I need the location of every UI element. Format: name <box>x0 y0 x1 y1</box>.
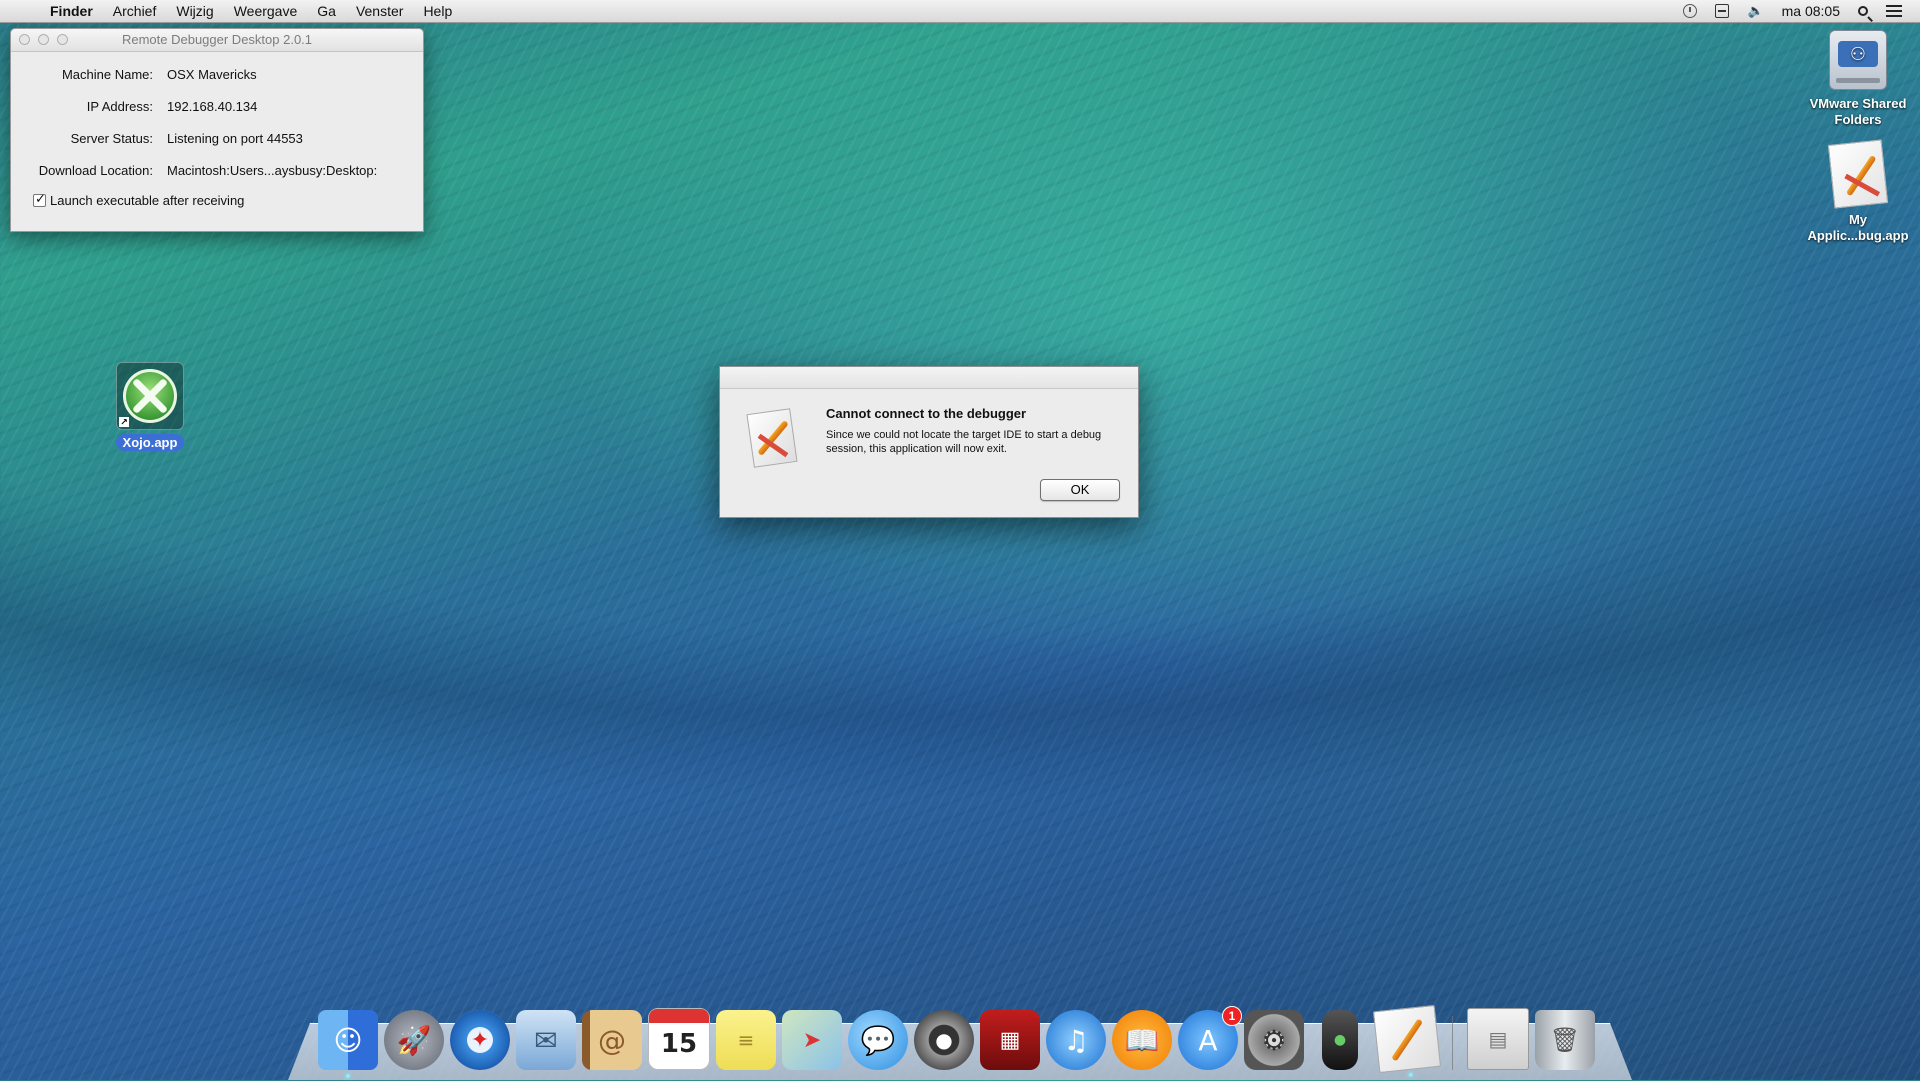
machine-name-value: OSX Mavericks <box>167 67 257 82</box>
window-titlebar[interactable]: Remote Debugger Desktop 2.0.1 <box>11 29 423 52</box>
menu-clock[interactable]: ma 08:05 <box>1782 3 1840 19</box>
vmware-label[interactable]: VMware Shared Folders <box>1800 96 1916 128</box>
launch-executable-checkbox[interactable] <box>33 192 46 207</box>
my-application-label[interactable]: My Applic...bug.app <box>1800 212 1916 244</box>
menu-bar-status-area: 🔈 ma 08:05 <box>1683 3 1902 19</box>
alert-app-icon <box>746 408 800 468</box>
vmware-label-line-2: Folders <box>1834 112 1882 127</box>
zoom-button[interactable] <box>57 34 68 45</box>
debug-app-pencil <box>1391 1018 1424 1062</box>
alert-title: Cannot connect to the debugger <box>826 406 1027 421</box>
ip-address-label: IP Address: <box>86 99 153 114</box>
running-indicator <box>346 1074 350 1078</box>
trash-icon[interactable]: 🗑 <box>1535 1010 1595 1070</box>
calendar-day: 15 <box>660 1029 698 1059</box>
remote-icon[interactable]: ● <box>1322 1010 1358 1070</box>
download-location-label: Download Location: <box>38 163 153 178</box>
minimize-button[interactable] <box>38 34 49 45</box>
xojo-logo-icon <box>123 369 177 423</box>
xojo-selection: ↗ <box>116 362 184 430</box>
menu-finder[interactable]: Finder <box>50 3 93 19</box>
alert-message: Since we could not locate the target IDE… <box>826 429 1102 455</box>
messages-icon[interactable]: 💬 <box>848 1010 908 1070</box>
menu-bar: Finder Archief Wijzig Weergave Ga Venste… <box>0 0 1920 23</box>
app-store-badge: 1 <box>1222 1006 1242 1026</box>
debugger-alert-dialog: Cannot connect to the debugger Since we … <box>719 366 1139 518</box>
traffic-lights <box>19 34 68 45</box>
debug-app-icon[interactable] <box>1372 1004 1442 1078</box>
download-location-value[interactable]: Macintosh:Users...aysbusy:Desktop: <box>167 163 377 178</box>
menu-archief[interactable]: Archief <box>113 3 157 19</box>
xojo-app-label[interactable]: Xojo.app <box>115 434 185 451</box>
machine-name-label: Machine Name: <box>61 67 153 82</box>
my-application-debug-icon[interactable]: My Applic...bug.app <box>1800 139 1916 244</box>
menu-wijzig[interactable]: Wijzig <box>176 3 213 19</box>
vmware-shared-folders-icon[interactable]: ⚇ VMware Shared Folders <box>1800 30 1916 128</box>
xojo-app-desktop-icon[interactable]: ↗ Xojo.app <box>112 362 188 451</box>
documents-stack-icon[interactable]: ▤ <box>1467 1008 1529 1070</box>
ip-address-row: IP Address: 192.168.40.134 <box>11 99 425 117</box>
ok-button[interactable]: OK <box>1040 479 1120 501</box>
server-status-value: Listening on port 44553 <box>167 131 303 146</box>
notification-center-icon[interactable] <box>1886 5 1902 17</box>
machine-name-row: Machine Name: OSX Mavericks <box>11 67 425 85</box>
server-status-label: Server Status: <box>70 131 153 146</box>
vmware-label-line-1: VMware Shared <box>1809 96 1907 111</box>
menu-ga[interactable]: Ga <box>317 3 336 19</box>
itunes-icon[interactable]: ♫ <box>1046 1010 1106 1070</box>
finder-icon[interactable]: ☺ <box>318 1010 378 1078</box>
volume-icon[interactable]: 🔈 <box>1747 4 1763 19</box>
app-document-icon <box>1827 139 1889 209</box>
time-machine-icon[interactable] <box>1683 4 1698 18</box>
launch-executable-option[interactable]: Launch executable after receiving <box>33 192 244 208</box>
photo-booth-icon[interactable]: ▦ <box>980 1010 1040 1070</box>
app-store-icon[interactable]: A1 <box>1178 1006 1242 1070</box>
mail-icon[interactable]: ✉ <box>516 1010 576 1070</box>
alias-arrow-icon: ↗ <box>119 417 129 427</box>
launchpad-icon[interactable]: 🚀 <box>384 1010 444 1070</box>
ibooks-icon[interactable]: 📖 <box>1112 1010 1172 1070</box>
contacts-icon[interactable]: @ <box>582 1010 642 1070</box>
my-app-label-line-1: My <box>1848 212 1868 227</box>
calendar-icon[interactable]: 15 <box>648 1008 710 1070</box>
launch-executable-label[interactable]: Launch executable after receiving <box>50 193 244 208</box>
system-preferences-icon[interactable]: ⚙ <box>1244 1010 1304 1070</box>
download-location-row: Download Location: Macintosh:Users...ays… <box>11 163 425 181</box>
safari-icon[interactable]: ✦ <box>450 1010 510 1070</box>
drive-slot <box>1836 78 1880 83</box>
maps-icon[interactable]: ➤ <box>782 1010 842 1070</box>
shared-drive-icon: ⚇ <box>1829 30 1887 90</box>
window-title: Remote Debugger Desktop 2.0.1 <box>121 32 313 47</box>
remote-debugger-window: Remote Debugger Desktop 2.0.1 Machine Na… <box>10 28 424 232</box>
menu-venster[interactable]: Venster <box>356 3 403 19</box>
my-app-label-line-2: Applic...bug.app <box>1807 228 1909 243</box>
keyboard-icon[interactable] <box>1715 4 1730 18</box>
notes-icon[interactable]: ≡ <box>716 1010 776 1070</box>
facetime-icon[interactable]: ● <box>914 1010 974 1070</box>
spotlight-search-icon[interactable] <box>1858 6 1868 16</box>
server-status-row: Server Status: Listening on port 44553 <box>11 131 425 149</box>
close-button[interactable] <box>19 34 30 45</box>
alert-titlebar <box>720 367 1138 389</box>
menu-help[interactable]: Help <box>423 3 452 19</box>
dock-separator <box>1452 1016 1453 1070</box>
dock: ☺ 🚀 ✦ ✉ @ 15 ≡ ➤ 💬 ● ▦ ♫ 📖 A1 ⚙ ● ▤ 🗑 <box>318 1000 1595 1078</box>
people-icon: ⚇ <box>1838 41 1878 67</box>
menu-weergave[interactable]: Weergave <box>234 3 298 19</box>
ip-address-value: 192.168.40.134 <box>167 99 258 114</box>
